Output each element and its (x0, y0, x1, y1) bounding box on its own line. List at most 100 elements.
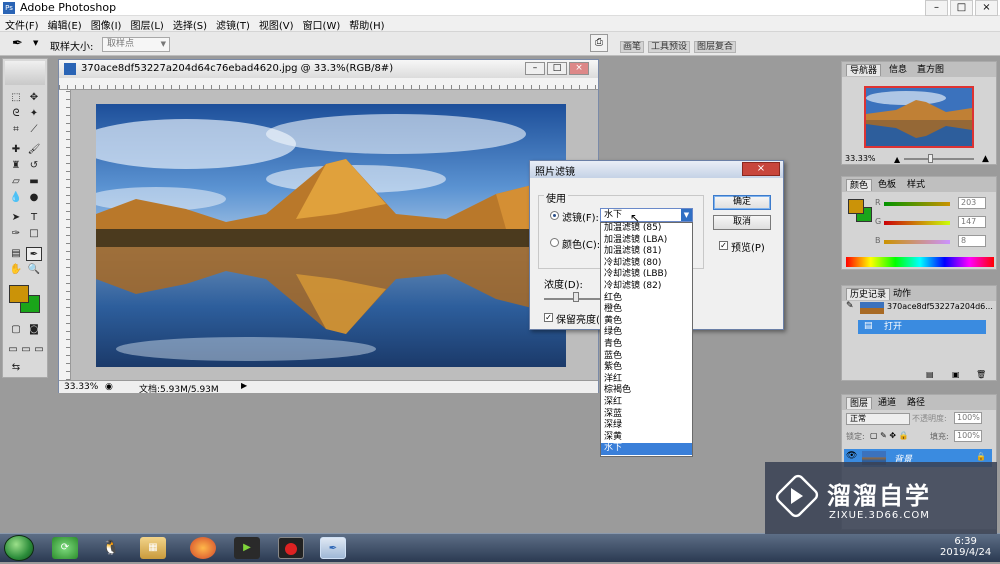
minimize-button[interactable]: – (925, 0, 948, 16)
snapshot-source-icon[interactable]: ✎ (846, 301, 858, 315)
filter-option[interactable]: 紫色 (601, 362, 692, 374)
notes-tool-icon[interactable]: ▤ (8, 247, 24, 261)
marquee-tool-icon[interactable]: ⬚ (8, 91, 24, 105)
zoom-in-icon[interactable]: ▲ (982, 154, 989, 164)
screen-mode-full-icon[interactable]: ▭ (31, 343, 47, 357)
dodge-tool-icon[interactable]: ● (26, 191, 42, 205)
menu-layer[interactable]: 图层(L) (125, 16, 167, 32)
path-selection-tool-icon[interactable]: ➤ (8, 211, 24, 225)
doc-maximize-button[interactable]: □ (547, 62, 567, 75)
zoom-tool-icon[interactable]: 🔍 (26, 263, 42, 277)
dialog-titlebar[interactable]: 照片滤镜 × (530, 161, 783, 178)
healing-brush-tool-icon[interactable]: ✚ (8, 143, 24, 157)
filter-option[interactable]: 橙色 (601, 304, 692, 316)
doc-close-button[interactable]: × (569, 62, 589, 75)
tab-paths[interactable]: 路径 (904, 397, 928, 409)
lock-icons[interactable]: ▢ ✎ ✥ 🔒 (870, 431, 909, 440)
status-menu-arrow-icon[interactable]: ▶ (241, 381, 247, 390)
photoshop-taskbar-icon[interactable]: ✒ (320, 537, 346, 559)
history-state-selected[interactable]: 打开 (858, 320, 986, 334)
browser-360-icon[interactable]: ⟳ (52, 537, 78, 559)
navigator-zoom-slider[interactable] (904, 158, 974, 160)
filter-option[interactable]: 黄色 (601, 316, 692, 328)
filter-option[interactable]: 洋红 (601, 374, 692, 386)
filter-option[interactable]: 深黄 (601, 432, 692, 444)
qq-icon[interactable]: 🐧 (98, 537, 124, 559)
color-radio[interactable] (550, 238, 559, 247)
green-slider-track[interactable] (884, 221, 950, 225)
menu-select[interactable]: 选择(S) (168, 16, 211, 32)
landscape-photo[interactable] (96, 104, 566, 367)
firefox-icon[interactable] (190, 537, 216, 559)
filter-option[interactable]: 红色 (601, 293, 692, 305)
type-tool-icon[interactable]: T (26, 211, 42, 225)
navigator-zoom-thumb[interactable] (928, 154, 933, 163)
filter-option[interactable]: 冷却滤镜 (80) (601, 258, 692, 270)
zoom-level[interactable]: 33.33% (64, 382, 98, 392)
eye-icon[interactable]: 👁 (846, 451, 857, 461)
preserve-luminosity-checkbox[interactable]: ✓ (544, 313, 553, 322)
navigator-preview[interactable] (864, 86, 974, 148)
filter-option[interactable]: 深蓝 (601, 409, 692, 421)
clone-stamp-tool-icon[interactable]: ♜ (8, 159, 24, 173)
blur-tool-icon[interactable]: 💧 (8, 191, 24, 205)
slice-tool-icon[interactable]: ⟋ (26, 123, 42, 137)
tab-styles[interactable]: 样式 (904, 179, 928, 191)
lasso-tool-icon[interactable]: ᘓ (8, 107, 24, 121)
color-radio-label[interactable]: 颜色(C): (562, 236, 600, 251)
filter-radio-label[interactable]: 滤镜(F): (562, 209, 599, 224)
shape-tool-icon[interactable]: □ (26, 227, 42, 241)
jump-to-imageready-icon[interactable]: ⇆ (8, 361, 24, 375)
tab-history[interactable]: 历史记录 (846, 288, 891, 300)
opacity-field[interactable]: 100% (954, 412, 982, 424)
tab-layers[interactable]: 图层 (846, 397, 873, 409)
tab-navigator[interactable]: 导航器 (846, 64, 882, 76)
filter-option[interactable]: 绿色 (601, 327, 692, 339)
tab-actions[interactable]: 动作 (890, 288, 914, 300)
menu-file[interactable]: 文件(F) (0, 16, 43, 32)
system-clock[interactable]: 6:39 2019/4/24 (940, 536, 991, 558)
brush-tool-icon[interactable]: 🖌 (26, 143, 42, 157)
zoom-out-icon[interactable]: ▲ (894, 155, 900, 164)
tab-histogram[interactable]: 直方图 (914, 64, 947, 76)
filter-option[interactable]: 蓝色 (601, 351, 692, 363)
palette-well-brushes[interactable]: 画笔 (620, 41, 645, 53)
file-browser-icon[interactable]: ⎙ (590, 34, 608, 52)
palette-well-layer-comps[interactable]: 图层复合 (694, 41, 737, 53)
eraser-tool-icon[interactable]: ▱ (8, 175, 24, 189)
filter-option[interactable]: 冷却滤镜 (LBB) (601, 269, 692, 281)
tab-info[interactable]: 信息 (886, 64, 910, 76)
tab-channels[interactable]: 通道 (875, 397, 899, 409)
tab-color[interactable]: 颜色 (846, 179, 873, 191)
delete-state-icon[interactable]: 🗑 (976, 370, 986, 379)
pen-tool-icon[interactable]: ✑ (8, 227, 24, 241)
filter-option[interactable]: 深红 (601, 397, 692, 409)
blue-slider-track[interactable] (884, 240, 950, 244)
close-button[interactable]: × (975, 0, 998, 16)
maximize-button[interactable]: □ (950, 0, 973, 16)
filter-option[interactable]: 加温滤镜 (85) (601, 223, 692, 235)
filter-radio[interactable] (550, 211, 559, 220)
doc-minimize-button[interactable]: – (525, 62, 545, 75)
gradient-tool-icon[interactable]: ▬ (26, 175, 42, 189)
menu-image[interactable]: 图像(I) (86, 16, 126, 32)
cancel-button[interactable]: 取消 (713, 215, 771, 230)
menu-help[interactable]: 帮助(H) (344, 16, 388, 32)
quick-mask-mode-icon[interactable]: ◙ (26, 323, 42, 337)
sample-size-select[interactable]: 取样点 ▼ (102, 37, 170, 52)
ok-button[interactable]: 确定 (713, 195, 771, 210)
red-slider-track[interactable] (884, 202, 950, 206)
filter-option[interactable]: 冷却滤镜 (82) (601, 281, 692, 293)
snapshot-name[interactable]: 370ace8df53227a204d6... (887, 302, 993, 311)
filter-option-selected[interactable]: 水下 (601, 443, 692, 455)
green-value-field[interactable]: 147 (958, 216, 986, 228)
blend-mode-select[interactable]: 正常 (846, 413, 910, 425)
navigator-zoom[interactable]: 33.33% (845, 154, 876, 163)
file-explorer-icon[interactable]: ▦ (140, 537, 166, 559)
foreground-color-swatch[interactable] (9, 285, 29, 303)
eyedropper-tool-icon[interactable]: ✒ (12, 36, 23, 51)
red-value-field[interactable]: 203 (958, 197, 986, 209)
filter-option[interactable]: 加温滤镜 (81) (601, 246, 692, 258)
preview-checkbox[interactable]: ✓ (719, 241, 728, 250)
new-document-from-state-icon[interactable]: ▤ (926, 370, 934, 379)
